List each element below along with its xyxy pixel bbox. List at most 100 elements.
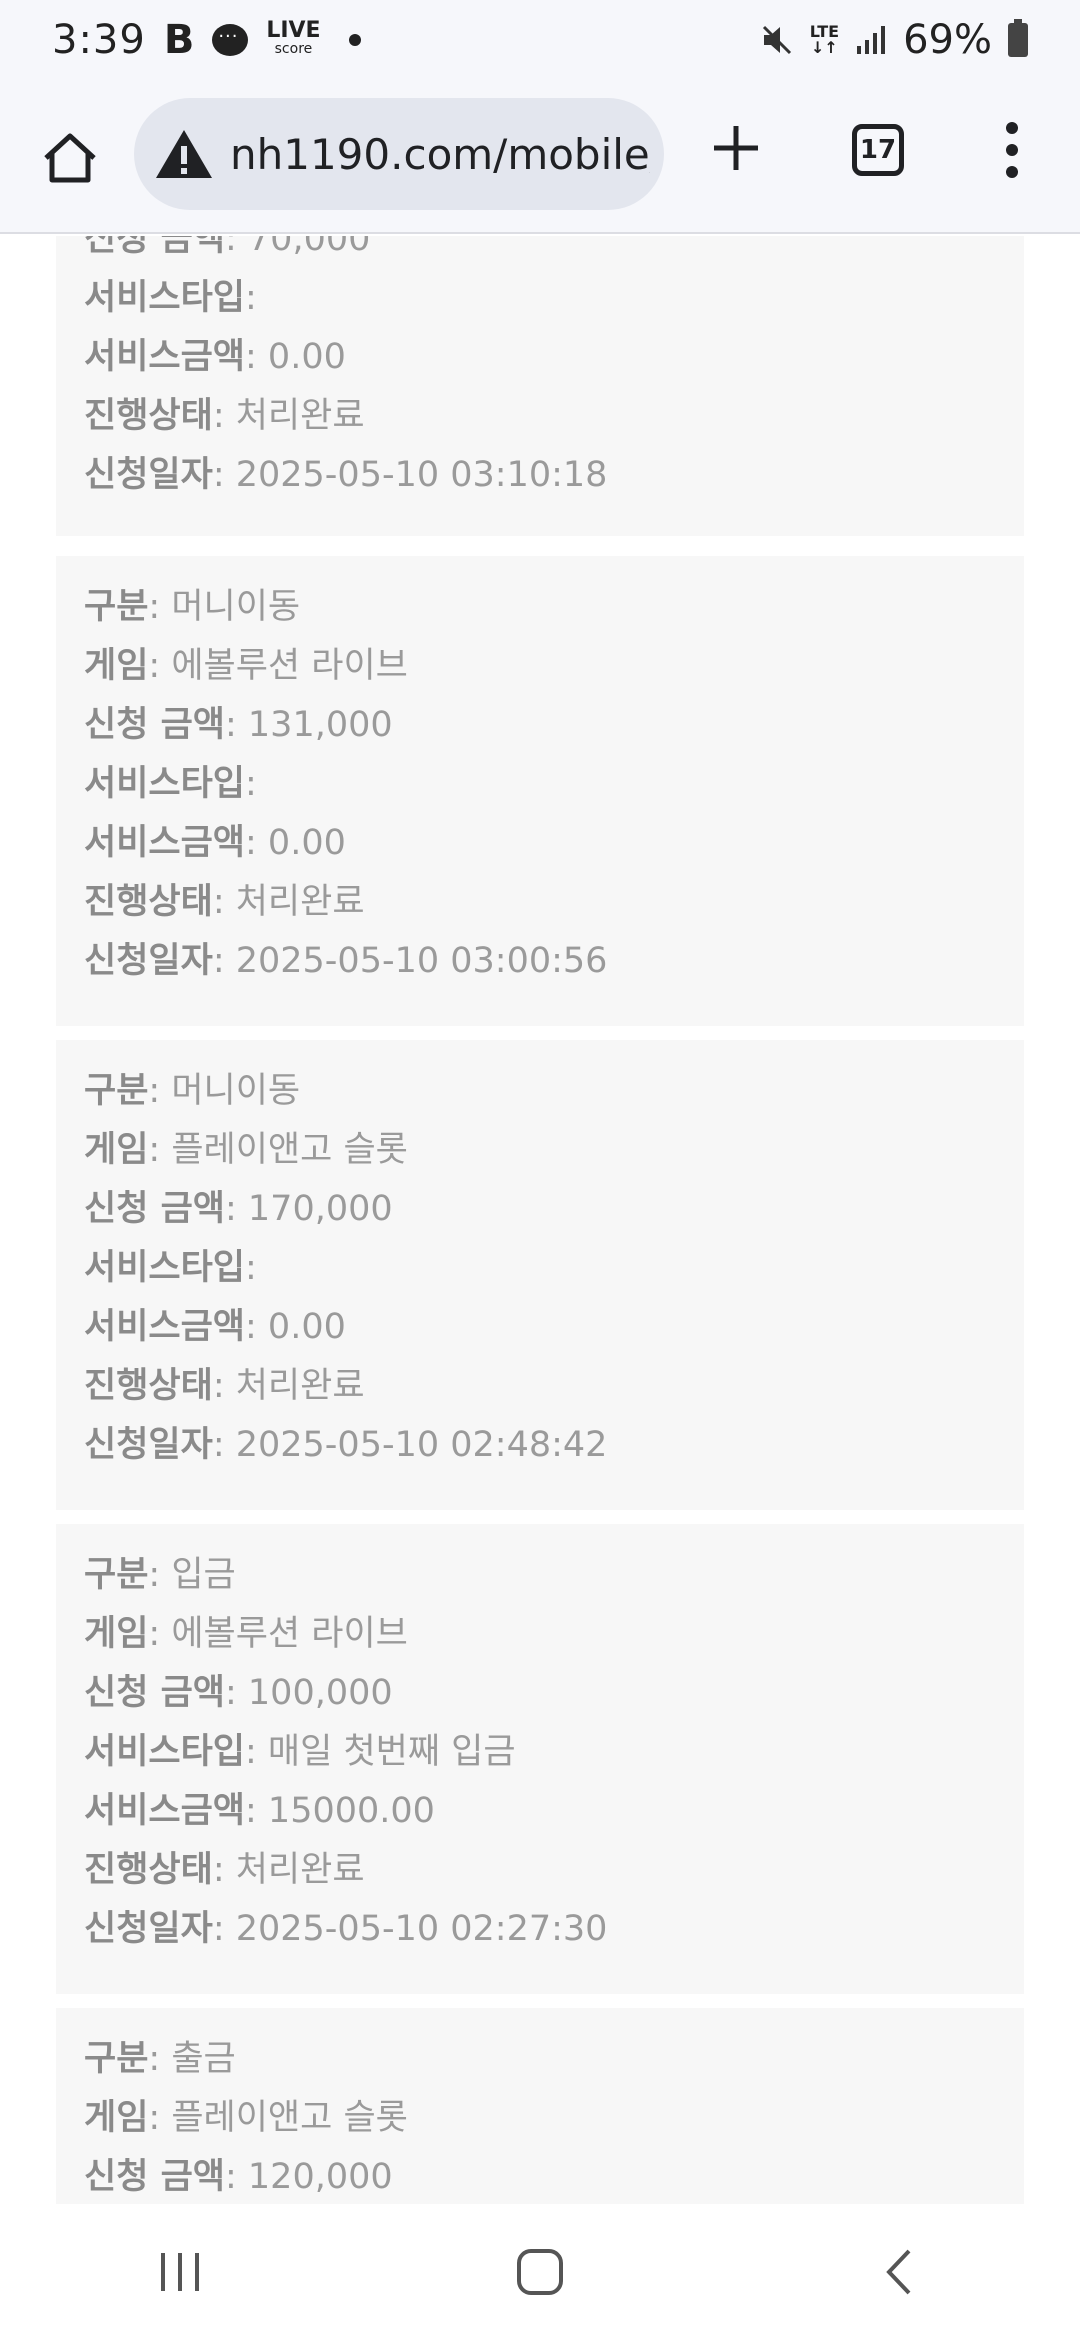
recent-apps-icon	[161, 2253, 199, 2291]
card-row: 구분: 입금	[84, 1546, 996, 1605]
b-app-icon: B	[163, 17, 195, 63]
home-icon[interactable]	[40, 120, 100, 196]
row-label: 서비스금액	[84, 1791, 246, 1831]
row-label: 신청 금액	[84, 1673, 225, 1713]
livescore-icon: LIVE score	[266, 20, 320, 58]
card-row: 게임: 플레이앤고 슬롯	[84, 2089, 996, 2148]
row-value: : 플레이앤고 슬롯	[148, 1130, 408, 1170]
row-label: 구분	[84, 2039, 149, 2079]
card-row: 서비스금액: 0.00	[84, 328, 996, 387]
row-value: : 2025-05-10 03:10:18	[212, 455, 608, 495]
tab-switcher-button[interactable]: 17	[852, 124, 904, 176]
url-text[interactable]: nh1190.com/mobile/	[230, 130, 650, 179]
row-label: 서비스금액	[84, 337, 246, 377]
not-secure-warning-icon[interactable]	[154, 126, 214, 182]
row-label: 서비스타입	[84, 764, 246, 804]
row-label: 신청 금액	[84, 1189, 225, 1229]
row-label: 구분	[84, 1071, 149, 1111]
system-navigation-bar	[0, 2204, 1080, 2340]
row-label: 신청 금액	[84, 705, 225, 745]
row-label: 서비스타입	[84, 278, 246, 318]
row-value: : 100,000	[225, 1673, 393, 1713]
row-value: : 플레이앤고 슬롯	[148, 2098, 408, 2138]
row-value: : 처리완료	[212, 1366, 365, 1406]
row-value: : 120,000	[225, 2157, 393, 2197]
transaction-card: 구분: 출금 게임: 플레이앤고 슬롯 신청 금액: 120,000	[56, 2008, 1024, 2204]
row-value: : 입금	[148, 1555, 236, 1595]
row-value: : 처리완료	[212, 1850, 365, 1890]
address-bar[interactable]: nh1190.com/mobile/	[134, 98, 664, 210]
row-label: 진행상태	[84, 1850, 213, 1890]
home-nav-button[interactable]	[495, 2227, 585, 2317]
row-value: : 0.00	[245, 1307, 346, 1347]
row-value: : 2025-05-10 03:00:56	[212, 941, 608, 981]
back-icon	[886, 2249, 911, 2295]
home-nav-icon	[517, 2249, 563, 2295]
row-label: 신청 금액	[84, 2157, 225, 2197]
row-value: : 출금	[148, 2039, 236, 2079]
chat-icon	[212, 24, 249, 56]
card-row: 구분: 머니이동	[84, 1062, 996, 1121]
row-label: 신청일자	[84, 455, 213, 495]
row-value: : 처리완료	[212, 882, 365, 922]
network-type: LTE ↓↑	[809, 22, 840, 57]
card-row: 신청 금액: 70,000	[84, 236, 996, 269]
card-row: 진행상태: 처리완료	[84, 387, 996, 446]
card-row: 게임: 플레이앤고 슬롯	[84, 1121, 996, 1180]
card-row: 신청 금액: 100,000	[84, 1664, 996, 1723]
card-row: 구분: 출금	[84, 2030, 996, 2089]
card-row: 서비스타입:	[84, 755, 996, 814]
transaction-card: 구분: 머니이동 게임: 플레이앤고 슬롯 신청 금액: 170,000 서비스…	[56, 1040, 1024, 1510]
card-row: 신청일자: 2025-05-10 03:10:18	[84, 446, 996, 505]
row-label: 서비스타입	[84, 1248, 246, 1288]
row-label: 진행상태	[84, 1366, 213, 1406]
new-tab-plus-icon[interactable]	[706, 118, 766, 178]
row-value: :	[245, 764, 257, 804]
card-row: 서비스타입:	[84, 269, 996, 328]
page-content[interactable]: 신청 금액: 70,000 서비스타입: 서비스금액: 0.00 진행상태: 처…	[0, 236, 1080, 2204]
row-label: 신청일자	[84, 1425, 213, 1465]
row-value: : 매일 첫번째 입금	[245, 1732, 516, 1772]
row-value: : 131,000	[225, 705, 393, 745]
card-row: 서비스금액: 0.00	[84, 1298, 996, 1357]
row-label: 신청 금액	[84, 236, 225, 259]
transaction-card: 구분: 입금 게임: 에볼루션 라이브 신청 금액: 100,000 서비스타입…	[56, 1524, 1024, 1994]
card-row: 신청 금액: 131,000	[84, 696, 996, 755]
row-value: :	[245, 1248, 257, 1288]
back-button[interactable]	[855, 2227, 945, 2317]
row-value: : 0.00	[245, 823, 346, 863]
row-value: : 15000.00	[245, 1791, 435, 1831]
card-row: 신청일자: 2025-05-10 02:48:42	[84, 1416, 996, 1475]
card-row: 진행상태: 처리완료	[84, 873, 996, 932]
card-row: 서비스타입: 매일 첫번째 입금	[84, 1723, 996, 1782]
more-notifications-dot-icon	[348, 34, 361, 46]
row-value: : 2025-05-10 02:48:42	[212, 1425, 608, 1465]
card-row: 서비스금액: 0.00	[84, 814, 996, 873]
card-row: 신청일자: 2025-05-10 03:00:56	[84, 932, 996, 991]
recent-apps-button[interactable]	[135, 2227, 225, 2317]
row-label: 서비스타입	[84, 1732, 246, 1772]
card-row: 서비스타입:	[84, 1239, 996, 1298]
card-row: 진행상태: 처리완료	[84, 1357, 996, 1416]
row-value: : 70,000	[225, 236, 371, 259]
battery-percent: 69%	[903, 17, 992, 63]
more-options-icon[interactable]	[1000, 118, 1024, 182]
status-left: 3:39 B LIVE score	[52, 17, 361, 63]
row-label: 진행상태	[84, 882, 213, 922]
mute-icon	[762, 25, 791, 55]
status-time: 3:39	[52, 17, 146, 63]
row-label: 게임	[84, 2098, 149, 2138]
card-row: 신청 금액: 120,000	[84, 2148, 996, 2204]
row-label: 진행상태	[84, 396, 213, 436]
signal-icon	[857, 26, 886, 54]
network-type-label: LTE	[809, 22, 840, 41]
row-label: 게임	[84, 1614, 149, 1654]
row-value: :	[245, 278, 257, 318]
card-row: 구분: 머니이동	[84, 578, 996, 637]
row-value: : 처리완료	[212, 396, 365, 436]
row-value: : 2025-05-10 02:27:30	[212, 1909, 608, 1949]
status-right: LTE ↓↑ 69%	[760, 17, 1028, 63]
card-row: 신청일자: 2025-05-10 02:27:30	[84, 1900, 996, 1959]
row-label: 신청일자	[84, 1909, 213, 1949]
transaction-card: 신청 금액: 70,000 서비스타입: 서비스금액: 0.00 진행상태: 처…	[56, 236, 1024, 536]
